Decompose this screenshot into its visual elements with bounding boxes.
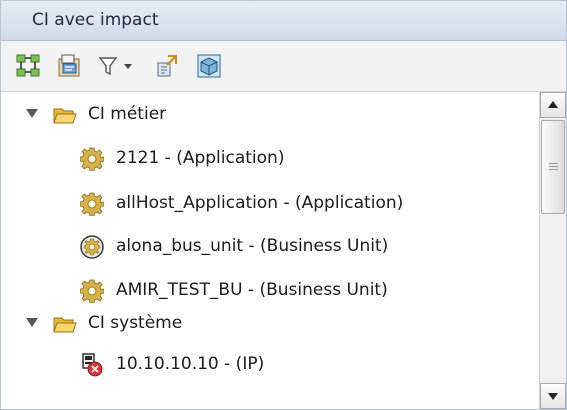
tree-item[interactable]: 2121 - (Application) [1, 140, 538, 178]
grip-line [549, 163, 558, 164]
tree-group-system-ci[interactable]: CI système [1, 305, 538, 343]
tree-group-business-ci[interactable]: CI métier [1, 96, 538, 134]
grip-line [549, 169, 558, 170]
tree-item-label: alona_bus_unit - (Business Unit) [116, 236, 389, 256]
filter-icon [98, 57, 118, 76]
ip-error-icon [80, 353, 104, 377]
business-unit-gear-icon [80, 235, 104, 259]
cube-view-button[interactable] [196, 53, 222, 79]
expand-arrow-icon[interactable] [26, 318, 38, 327]
impact-panel: CI avec impact CI métier 2121 - (Applica… [0, 0, 567, 410]
arrow-down-icon [548, 393, 558, 400]
scroll-up-button[interactable] [540, 92, 566, 118]
tree-item-label: 2121 - (Application) [116, 148, 285, 168]
scroll-down-button[interactable] [540, 383, 566, 409]
tree-structure-icon [16, 54, 40, 77]
ci-tree: CI métier 2121 - (Application) allHost_A… [1, 92, 538, 409]
folder-open-icon [53, 103, 77, 127]
tree-item-label: AMIR_TEST_BU - (Business Unit) [116, 280, 388, 300]
gear-icon [80, 147, 104, 171]
cube-icon [197, 54, 221, 78]
tree-item[interactable]: 10.10.10.10 - (IP) [1, 346, 538, 384]
export-button[interactable] [154, 53, 180, 79]
grip-line [549, 166, 558, 167]
expand-arrow-icon[interactable] [26, 109, 38, 118]
gear-icon [80, 192, 104, 216]
toolbar [1, 41, 566, 92]
tree-item[interactable]: alona_bus_unit - (Business Unit) [1, 228, 538, 266]
folder-open-icon [53, 312, 77, 336]
arrow-up-icon [548, 101, 558, 108]
vertical-scrollbar[interactable] [539, 92, 566, 409]
filter-dropdown-button[interactable] [121, 53, 135, 79]
tree-item[interactable]: allHost_Application - (Application) [1, 185, 538, 223]
properties-button[interactable] [57, 53, 83, 79]
tree-group-label: CI système [88, 313, 183, 333]
gear-icon [80, 279, 104, 303]
export-icon [157, 55, 177, 77]
tree-item-label: 10.10.10.10 - (IP) [116, 354, 265, 374]
scrollbar-thumb[interactable] [541, 120, 565, 214]
filter-button[interactable] [97, 53, 123, 79]
panel-title: CI avec impact [32, 10, 159, 30]
tree-structure-button[interactable] [15, 53, 41, 79]
tree-group-label: CI métier [88, 104, 167, 124]
properties-icon [58, 54, 80, 77]
tree-item-label: allHost_Application - (Application) [116, 193, 404, 213]
chevron-down-icon [124, 64, 132, 69]
panel-title-bar: CI avec impact [1, 1, 566, 41]
